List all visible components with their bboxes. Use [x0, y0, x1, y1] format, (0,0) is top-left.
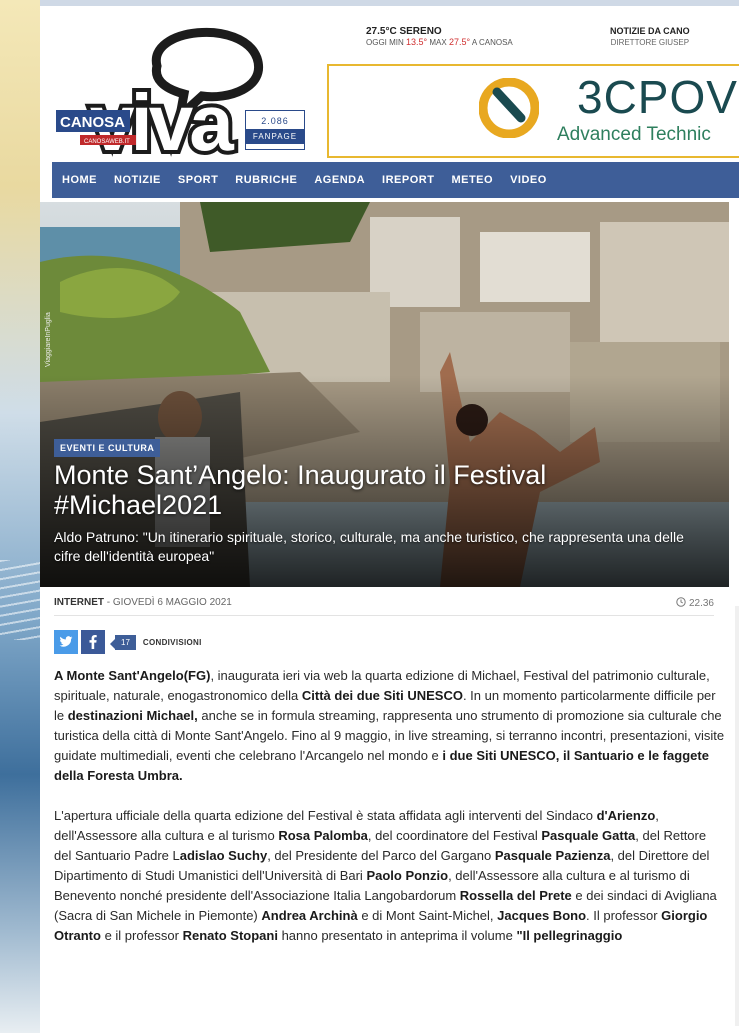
article-highlight: d'Arienzo [596, 808, 656, 823]
article-text: , del coordinatore del Festival [367, 828, 542, 843]
news-from: NOTIZIE DA CANO DIRETTORE GIUSEP [610, 26, 690, 48]
article-text: e di Mont Saint-Michel, [357, 908, 498, 923]
article-text: , del Presidente del Parco del Gargano [267, 848, 495, 863]
banner-logo-icon [479, 78, 539, 138]
article-highlight: Pasquale Pazienza [494, 848, 611, 863]
share-count: 17 [110, 634, 136, 650]
news-from-director: DIRETTORE GIUSEP [610, 38, 690, 47]
facebook-share-button[interactable] [81, 630, 105, 654]
page: viva CANOSA CANOSAWEB.IT 2.086 FANPAGE 2… [40, 6, 739, 1033]
ad-banner[interactable]: 3CPOV Advanced Technic [327, 64, 739, 158]
article-highlight: Paolo Ponzio [366, 868, 449, 883]
nav-rubriche[interactable]: RUBRICHE [235, 174, 297, 186]
weather-range: OGGI MIN 13.5° MAX 27.5° A CANOSA [366, 37, 513, 47]
article-subtitle: Aldo Patruno: "Un itinerario spirituale,… [54, 529, 684, 564]
nav-video[interactable]: VIDEO [510, 174, 547, 186]
twitter-share-button[interactable] [54, 630, 78, 654]
fanpage-counter[interactable]: 2.086 FANPAGE [245, 110, 305, 150]
article-highlight: Città dei due Siti UNESCO [301, 688, 463, 703]
svg-text:CANOSAWEB.IT: CANOSAWEB.IT [84, 139, 130, 145]
nav-home[interactable]: HOME [62, 174, 97, 186]
article-date: GIOVEDÌ 6 MAGGIO 2021 [112, 597, 232, 608]
article-body: A Monte Sant'Angelo(FG), inaugurata ieri… [54, 666, 726, 966]
fan-count: 2.086 [261, 116, 289, 126]
article-highlight: Rossella del Prete [459, 888, 572, 903]
article-source[interactable]: INTERNET [54, 597, 104, 608]
nav-agenda[interactable]: AGENDA [314, 174, 365, 186]
article-title[interactable]: Monte Sant’Angelo: Inaugurato il Festiva… [54, 460, 694, 520]
article-highlight: Rosa Palomba [278, 828, 368, 843]
facebook-icon [89, 635, 97, 649]
fanpage-label: FANPAGE [246, 129, 304, 144]
article-time: 22.36 [676, 597, 714, 609]
twitter-icon [59, 636, 73, 647]
share-bar: 17 CONDIVISIONI [54, 630, 202, 654]
background-decoration [0, 0, 40, 1033]
article-highlight: Andrea Archinà [261, 908, 358, 923]
hero-article[interactable]: ViaggiareInPuglia EVENTI E CULTURA Monte… [40, 202, 729, 587]
article-text: . Il professor [586, 908, 662, 923]
share-label: CONDIVISIONI [142, 637, 202, 647]
article-highlight: Renato Stopani [182, 928, 278, 943]
article-highlight: A Monte Sant'Angelo(FG) [54, 668, 211, 683]
category-badge[interactable]: EVENTI E CULTURA [54, 439, 161, 457]
article-text: hanno presentato in anteprima il volume [277, 928, 517, 943]
banner-tagline: Advanced Technic [557, 124, 711, 145]
article-text: L'apertura ufficiale della quarta edizio… [54, 808, 597, 823]
weather-widget[interactable]: 27.5°C SERENO OGGI MIN 13.5° MAX 27.5° A… [366, 26, 513, 48]
nav-ireport[interactable]: IREPORT [382, 174, 434, 186]
weather-temp: 27.5°C SERENO [366, 26, 442, 37]
article-meta: INTERNET - GIOVEDÌ 6 MAGGIO 2021 22.36 [54, 597, 714, 616]
clock-icon [676, 597, 686, 607]
article-paragraph-1: A Monte Sant'Angelo(FG), inaugurata ieri… [54, 666, 726, 786]
article-paragraph-2: L'apertura ufficiale della quarta edizio… [54, 806, 726, 946]
article-highlight: adislao Suchy [179, 848, 268, 863]
nav-sport[interactable]: SPORT [178, 174, 218, 186]
article-highlight: destinazioni Michael, [67, 708, 198, 723]
news-from-title: NOTIZIE DA CANO [610, 26, 690, 36]
nav-notizie[interactable]: NOTIZIE [114, 174, 161, 186]
article-highlight: "Il pellegrinaggio [516, 928, 623, 943]
sidebar-edge [735, 606, 739, 1026]
photo-credit: ViaggiareInPuglia [45, 312, 52, 367]
main-navigation: HOME NOTIZIE SPORT RUBRICHE AGENDA IREPO… [52, 162, 739, 198]
article-highlight: Jacques Bono [497, 908, 587, 923]
nav-meteo[interactable]: METEO [451, 174, 493, 186]
article-text: e il professor [100, 928, 183, 943]
banner-brand: 3CPOV [577, 71, 738, 123]
svg-text:CANOSA: CANOSA [60, 114, 125, 131]
article-highlight: Pasquale Gatta [541, 828, 636, 843]
